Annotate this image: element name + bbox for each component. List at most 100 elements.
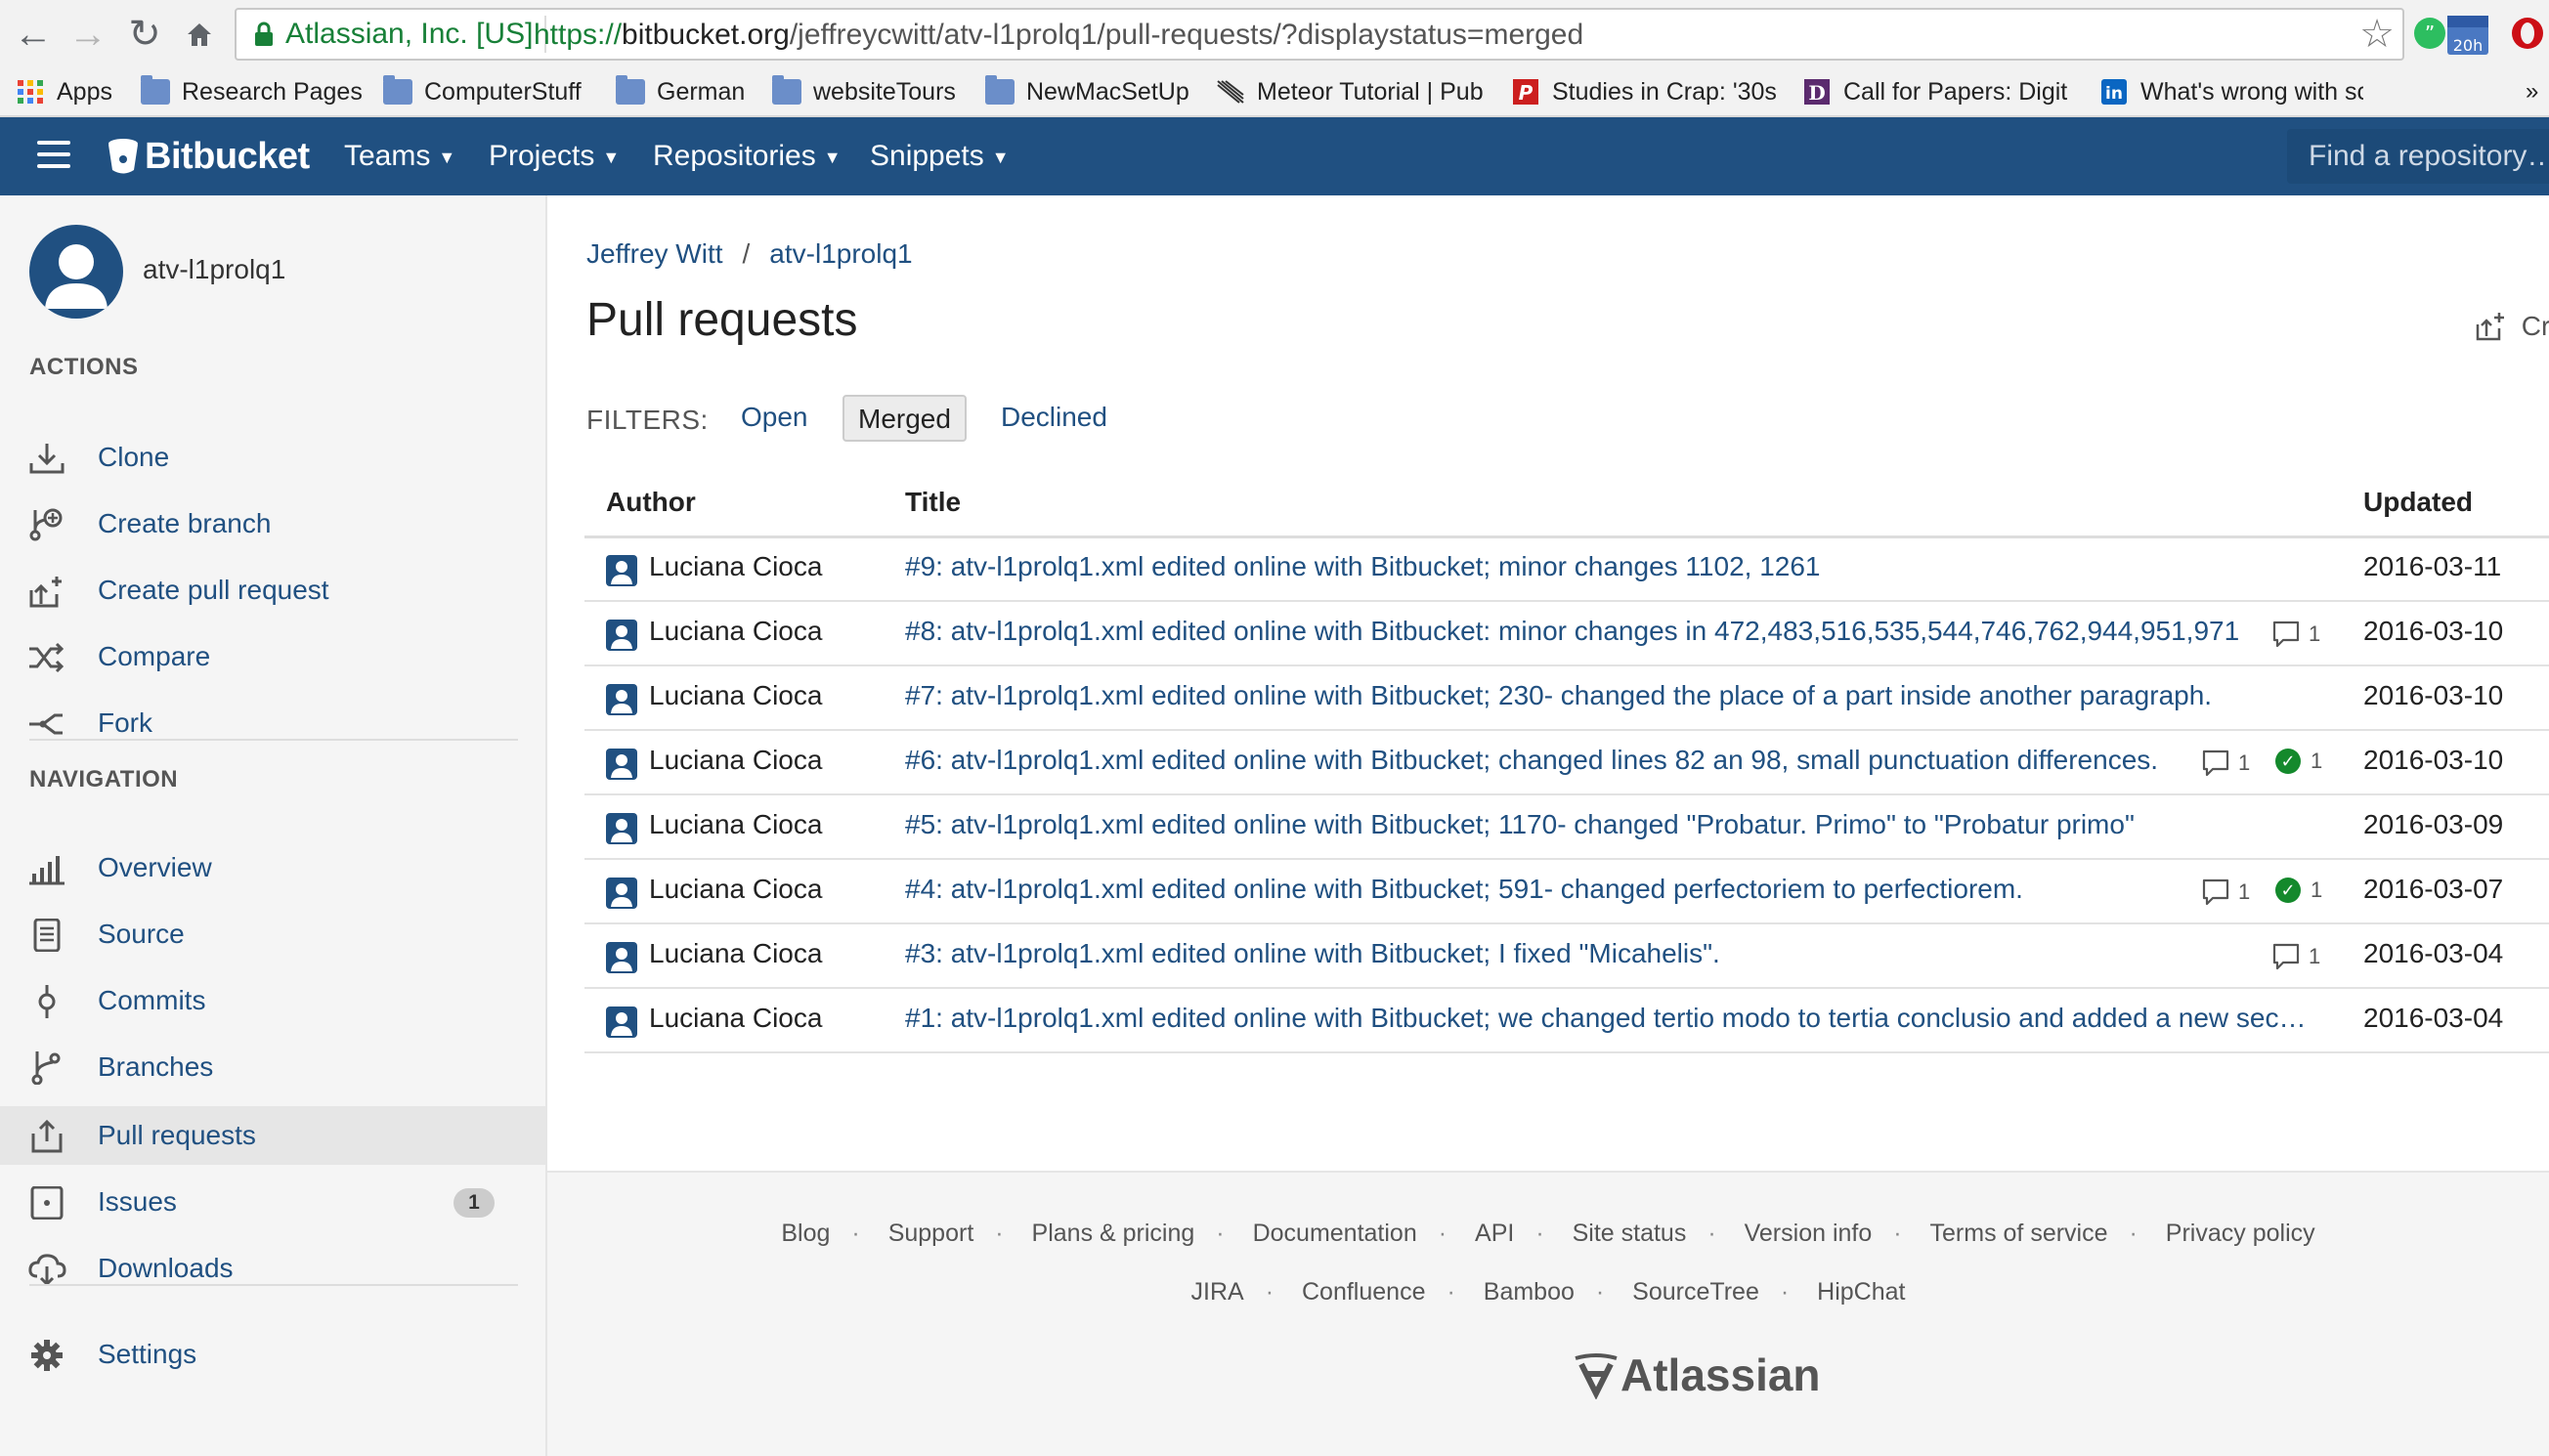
repository-avatar[interactable]: [29, 225, 123, 319]
address-bar[interactable]: Atlassian, Inc. [US] https://bitbucket.o…: [235, 8, 2404, 61]
pr-title-link[interactable]: #9: atv-l1prolq1.xml edited online with …: [905, 551, 2273, 582]
pr-approval-count[interactable]: ✓ 1: [2275, 749, 2322, 774]
pr-author[interactable]: Luciana Cioca: [649, 680, 822, 711]
atlassian-logo[interactable]: Atlassian: [1572, 1349, 1821, 1401]
pr-author[interactable]: Luciana Cioca: [649, 938, 822, 969]
sidebar-item-label: Create pull request: [98, 575, 329, 605]
sidebar-item-create-pull-request[interactable]: Create pull request: [0, 561, 545, 620]
bookmark-german[interactable]: German: [616, 74, 745, 109]
comment-bubble-icon: [2202, 878, 2229, 906]
pr-author[interactable]: Luciana Cioca: [649, 874, 822, 905]
breadcrumb-owner-link[interactable]: Jeffrey Witt: [586, 238, 723, 269]
breadcrumb-repo-link[interactable]: atv-l1prolq1: [769, 238, 912, 269]
pr-comment-count[interactable]: 1: [2201, 878, 2250, 907]
sidebar-item-fork[interactable]: Fork: [0, 694, 545, 752]
forward-arrow-icon[interactable]: →: [65, 10, 111, 59]
filter-merged[interactable]: Merged: [842, 395, 967, 442]
calendar-extension-icon[interactable]: 20h: [2443, 14, 2492, 55]
sidebar-item-clone[interactable]: Clone: [0, 428, 545, 487]
footer-link-bamboo[interactable]: Bamboo: [1484, 1278, 1575, 1306]
footer-link-documentation[interactable]: Documentation: [1253, 1220, 1417, 1248]
opera-extension-icon[interactable]: [2508, 14, 2547, 53]
filter-declined[interactable]: Declined: [987, 395, 1121, 442]
pr-author[interactable]: Luciana Cioca: [649, 745, 822, 776]
home-icon[interactable]: [176, 10, 223, 59]
footer-link-blog[interactable]: Blog: [781, 1220, 830, 1248]
pr-title-link[interactable]: #5: atv-l1prolq1.xml edited online with …: [905, 809, 2273, 840]
pr-title-link[interactable]: #4: atv-l1prolq1.xml edited online with …: [905, 874, 2176, 905]
table-row: Luciana Cioca #1: atv-l1prolq1.xml edite…: [584, 989, 2549, 1053]
sidebar-item-pull-requests[interactable]: Pull requests: [0, 1106, 545, 1165]
repository-sidebar: atv-l1prolq1 ACTIONS Clone Create branch…: [0, 195, 547, 1456]
pr-author[interactable]: Luciana Cioca: [649, 616, 822, 647]
bookmark-star-icon[interactable]: ☆: [2359, 12, 2395, 57]
sidebar-item-downloads[interactable]: Downloads: [0, 1239, 545, 1298]
branches-icon: [31, 1051, 61, 1085]
pr-title-link[interactable]: #1: atv-l1prolq1.xml edited online with …: [905, 1003, 2312, 1034]
reload-icon[interactable]: ↻: [121, 10, 168, 59]
nav-label: Projects: [489, 140, 595, 172]
sidebar-item-create-branch[interactable]: Create branch: [0, 494, 545, 553]
pr-author[interactable]: Luciana Cioca: [649, 1003, 822, 1034]
pr-comment-count[interactable]: 1: [2201, 749, 2250, 778]
nav-repositories[interactable]: Repositories ▼: [653, 139, 842, 175]
pr-comment-count[interactable]: 1: [2271, 620, 2320, 649]
bookmark-research-pages[interactable]: Research Pages: [141, 74, 363, 109]
sidebar-item-source[interactable]: Source: [0, 905, 545, 964]
breadcrumb-separator: /: [742, 238, 751, 269]
pr-title-link[interactable]: #7: atv-l1prolq1.xml edited online with …: [905, 680, 2273, 711]
sidebar-item-settings[interactable]: Settings: [0, 1325, 545, 1384]
nav-teams[interactable]: Teams ▼: [344, 139, 455, 175]
bookmark-apps[interactable]: Apps: [16, 74, 112, 109]
pr-author[interactable]: Luciana Cioca: [649, 809, 822, 840]
url-path: /jeffreycwitt/atv-l1prolq1/pull-requests…: [789, 19, 1584, 51]
footer-link-version-info[interactable]: Version info: [1745, 1220, 1873, 1248]
bookmark-newmacsetup[interactable]: NewMacSetUp: [985, 74, 1189, 109]
footer-link-site-status[interactable]: Site status: [1573, 1220, 1687, 1248]
footer-link-sourcetree[interactable]: SourceTree: [1632, 1278, 1759, 1306]
pr-title-link[interactable]: #3: atv-l1prolq1.xml edited online with …: [905, 938, 2254, 969]
footer-link-hipchat[interactable]: HipChat: [1817, 1278, 1905, 1306]
sidebar-item-branches[interactable]: Branches: [0, 1038, 545, 1096]
footer-link-plans-pricing[interactable]: Plans & pricing: [1032, 1220, 1195, 1248]
bookmark-whats-wrong[interactable]: in What's wrong with sc: [2099, 74, 2363, 109]
caret-down-icon: ▼: [823, 148, 842, 168]
nav-snippets[interactable]: Snippets ▼: [870, 139, 1010, 175]
pr-comment-count[interactable]: 1: [2271, 942, 2320, 971]
bookmarks-overflow-icon[interactable]: »: [2526, 74, 2538, 109]
create-pull-request-button[interactable]: Create pull request: [2475, 309, 2549, 348]
bookmark-studies-in-crap[interactable]: P Studies in Crap: '30s: [1511, 74, 1777, 109]
repository-name[interactable]: atv-l1prolq1: [143, 254, 285, 285]
sidebar-item-issues[interactable]: Issues 1: [0, 1173, 545, 1231]
sidebar-item-commits[interactable]: Commits: [0, 971, 545, 1030]
footer-link-privacy[interactable]: Privacy policy: [2166, 1220, 2315, 1248]
user-avatar-icon: [45, 244, 108, 309]
sidebar-item-label: Commits: [98, 985, 206, 1015]
meteor-icon: [1217, 80, 1244, 104]
back-arrow-icon[interactable]: ←: [10, 10, 57, 59]
lock-icon: [255, 21, 273, 46]
url-text[interactable]: https://bitbucket.org/jeffreycwitt/atv-l…: [534, 16, 1583, 55]
sidebar-divider: [29, 1284, 518, 1286]
sidebar-item-overview[interactable]: Overview: [0, 838, 545, 897]
footer-link-support[interactable]: Support: [888, 1220, 974, 1248]
bookmark-meteor-tutorial[interactable]: Meteor Tutorial | Pub: [1216, 74, 1484, 109]
sidebar-item-compare[interactable]: Compare: [0, 627, 545, 686]
bookmark-websitetours[interactable]: websiteTours: [772, 74, 956, 109]
find-repository-input[interactable]: Find a repository…: [2287, 129, 2549, 184]
pr-title-link[interactable]: #6: atv-l1prolq1.xml edited online with …: [905, 745, 2215, 776]
filter-open[interactable]: Open: [727, 395, 822, 442]
footer-link-confluence[interactable]: Confluence: [1302, 1278, 1425, 1306]
footer-link-terms[interactable]: Terms of service: [1930, 1220, 2108, 1248]
bookmark-computerstuff[interactable]: ComputerStuff: [383, 74, 582, 109]
pr-author[interactable]: Luciana Cioca: [649, 551, 822, 582]
footer-link-api[interactable]: API: [1475, 1220, 1514, 1248]
pr-title-link[interactable]: #8: atv-l1prolq1.xml edited online with …: [905, 616, 2273, 647]
bitbucket-logo[interactable]: Bitbucket: [108, 134, 310, 179]
pr-approval-count[interactable]: ✓ 1: [2275, 878, 2322, 903]
footer-link-jira[interactable]: JIRA: [1191, 1278, 1244, 1306]
menu-icon[interactable]: [37, 141, 70, 170]
nav-projects[interactable]: Projects ▼: [489, 139, 620, 175]
bookmark-call-for-papers[interactable]: D Call for Papers: Digit: [1802, 74, 2067, 109]
ev-certificate-badge[interactable]: Atlassian, Inc. [US]: [242, 16, 547, 53]
